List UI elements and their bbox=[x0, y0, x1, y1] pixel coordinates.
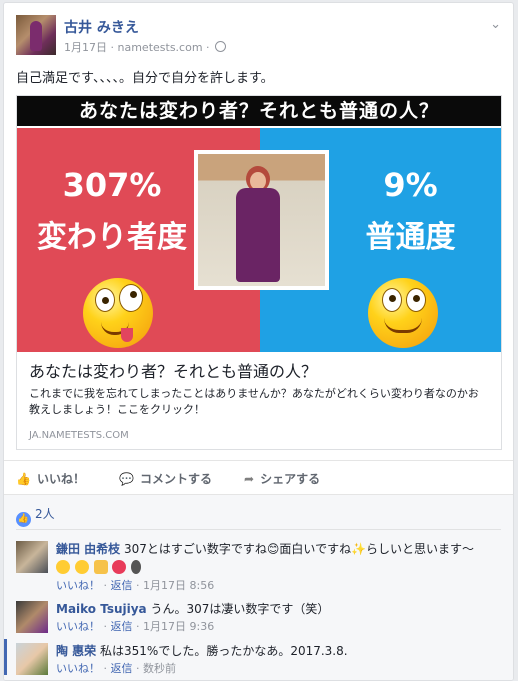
left-label: 変わり者度 bbox=[37, 220, 187, 255]
heart-eyes-emoji-icon bbox=[56, 560, 70, 574]
post-text: 自己満足です、、、、。自分で自分を許します。 bbox=[16, 71, 274, 86]
comment-emojis bbox=[56, 560, 502, 577]
comment-text: 307とはすごい数字ですね😊面白いですね✨らしいと思います〜 bbox=[124, 542, 475, 556]
comment-icon: 💬 bbox=[119, 472, 134, 486]
commenter-name[interactable]: 陶 惠荣 bbox=[56, 644, 96, 658]
comment-time[interactable]: 1月17日 8:56 bbox=[143, 579, 214, 592]
post-card: 古井 みきえ 1月17日 · nametests.com · ⌄ 自己満足です、… bbox=[3, 2, 514, 681]
profile-photo bbox=[194, 150, 329, 290]
shared-link-card[interactable]: あなたは変わり者？それとも普通の人？ 307% 変わり者度 9% 普通度 あなた… bbox=[16, 95, 502, 450]
divider bbox=[16, 529, 501, 530]
comment-like-link[interactable]: いいね！ bbox=[56, 620, 100, 633]
comment-item: Maiko Tsujiya うん。307は凄い数字です（笑） いいね！ · 返信… bbox=[16, 601, 502, 641]
comment-button[interactable]: 💬 コメントする bbox=[119, 470, 212, 487]
person-figure bbox=[236, 166, 280, 286]
likes-summary[interactable]: 👍 2人 bbox=[16, 505, 55, 527]
right-value: 9% bbox=[383, 166, 438, 204]
post-meta: 1月17日 · nametests.com · bbox=[64, 39, 227, 55]
comment-like-link[interactable]: いいね！ bbox=[56, 662, 100, 675]
comment-reply-link[interactable]: 返信 bbox=[111, 579, 133, 592]
comment-item: 陶 惠荣 私は351%でした。勝ったかなあ。2017.3.8. いいね！ · 返… bbox=[16, 643, 502, 680]
share-arrow-icon: ➦ bbox=[244, 472, 255, 486]
comment-reply-link[interactable]: 返信 bbox=[111, 662, 133, 675]
comment-time[interactable]: 1月17日 9:36 bbox=[143, 620, 214, 633]
share-button[interactable]: ➦ シェアする bbox=[244, 470, 320, 487]
comment-meta: いいね！ · 返信 · 1月17日 8:56 bbox=[56, 579, 215, 592]
share-title[interactable]: あなたは変わり者？それとも普通の人？ bbox=[29, 358, 317, 382]
commenter-avatar[interactable] bbox=[16, 643, 48, 675]
smile-face-icon bbox=[368, 278, 438, 348]
comment-item: 鎌田 由希枝 307とはすごい数字ですね😊面白いですね✨らしいと思います〜 いい… bbox=[16, 541, 502, 597]
comment-time[interactable]: 数秒前 bbox=[143, 662, 176, 675]
social-section: 👍 2人 鎌田 由希枝 307とはすごい数字ですね😊面白いですね✨らしいと思います… bbox=[4, 494, 513, 680]
like-badge-icon: 👍 bbox=[16, 512, 31, 527]
heart-emoji-icon bbox=[112, 560, 127, 574]
grin-emoji-icon bbox=[74, 560, 89, 574]
comment-meta: いいね！ · 返信 · 数秒前 bbox=[56, 662, 176, 675]
comment-text: うん。307は凄い数字です（笑） bbox=[150, 602, 330, 616]
share-domain: JA.NAMETESTS.COM bbox=[29, 430, 129, 441]
action-bar: 👍 いいね！ 💬 コメントする ➦ シェアする bbox=[4, 460, 513, 494]
silly-face-icon bbox=[83, 278, 153, 348]
share-description: これまでに我を忘れてしまったことはありませんか？あなたがどれくらい変わり者なのか… bbox=[29, 387, 479, 416]
share-banner: あなたは変わり者？それとも普通の人？ bbox=[17, 96, 501, 128]
music-note-icon bbox=[131, 560, 142, 574]
comment-meta: いいね！ · 返信 · 1月17日 9:36 bbox=[56, 620, 215, 633]
commenter-avatar[interactable] bbox=[16, 541, 48, 573]
post-source[interactable]: nametests.com bbox=[118, 41, 203, 54]
post-header: 古井 みきえ 1月17日 · nametests.com · ⌄ bbox=[16, 15, 503, 59]
thumbs-up-emoji-icon bbox=[93, 560, 108, 574]
globe-icon bbox=[215, 41, 227, 52]
like-button[interactable]: 👍 いいね！ bbox=[16, 470, 85, 487]
chevron-down-icon[interactable]: ⌄ bbox=[490, 17, 501, 32]
commenter-name[interactable]: 鎌田 由希枝 bbox=[56, 542, 120, 556]
author-avatar[interactable] bbox=[16, 15, 56, 55]
post-date[interactable]: 1月17日 bbox=[64, 41, 107, 54]
comment-text: 私は351%でした。勝ったかなあ。2017.3.8. bbox=[100, 644, 348, 658]
commenter-name[interactable]: Maiko Tsujiya bbox=[56, 602, 147, 616]
commenter-avatar[interactable] bbox=[16, 601, 48, 633]
new-comment-indicator bbox=[4, 639, 7, 675]
thumbs-up-icon: 👍 bbox=[16, 472, 31, 486]
comment-reply-link[interactable]: 返信 bbox=[111, 620, 133, 633]
left-value: 307% bbox=[62, 166, 162, 204]
right-label: 普通度 bbox=[365, 220, 456, 255]
author-name[interactable]: 古井 みきえ bbox=[64, 17, 139, 37]
comment-like-link[interactable]: いいね！ bbox=[56, 579, 100, 592]
